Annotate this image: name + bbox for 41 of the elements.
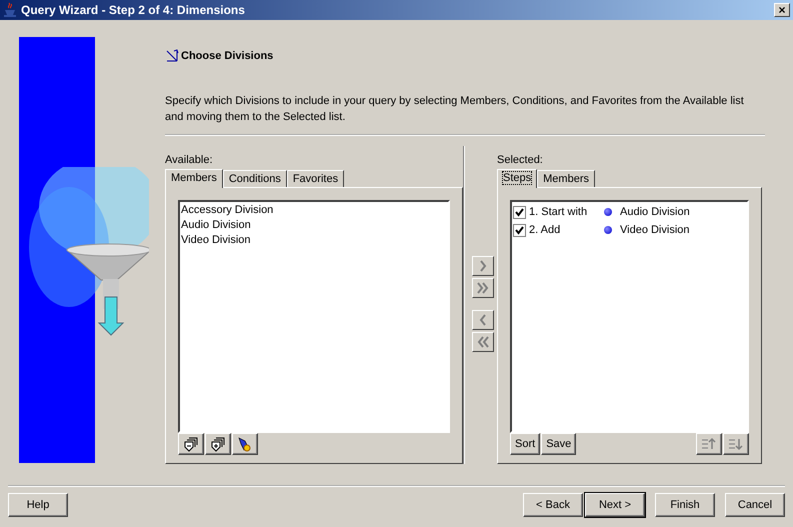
steps-list[interactable]: 1. Start with Audio Division 2. Add Video Division (510, 200, 749, 433)
member-name: Audio Division (620, 206, 690, 218)
tab[interactable]: Steps (497, 169, 538, 188)
list-item[interactable]: Video Division (181, 233, 447, 248)
list-button[interactable]: Save (541, 433, 576, 455)
tool-button[interactable] (178, 433, 204, 455)
checkbox[interactable] (513, 206, 526, 218)
collapse-stack-icon (183, 436, 199, 452)
tab[interactable]: Favorites (286, 170, 344, 187)
checkbox[interactable] (513, 224, 526, 236)
list-item[interactable]: Audio Division (181, 218, 447, 233)
flashlight-icon (237, 436, 253, 452)
available-label: Available: (165, 154, 214, 166)
tool-button[interactable] (232, 433, 258, 455)
wizard-button[interactable]: Finish (655, 493, 715, 517)
wizard-button[interactable]: Next > (585, 493, 645, 517)
wizard-button[interactable]: < Back (523, 493, 583, 517)
coffee-cup-icon (3, 2, 17, 18)
selected-label: Selected: (497, 154, 544, 166)
instructions-text: Specify which Divisions to include in your query by selecting Members, Conditions, and Favorites from the Available list and moving them to the Selected list. (165, 93, 765, 136)
wizard-button[interactable]: Cancel (725, 493, 785, 517)
move-up-icon (701, 437, 717, 451)
member-dot-icon (604, 226, 612, 234)
move-down-icon (728, 437, 744, 451)
expand-stack-icon (210, 436, 226, 452)
section-title: Choose Divisions (181, 50, 274, 62)
window-title: Query Wizard - Step 2 of 4: Dimensions (21, 3, 246, 17)
member-dot-icon (604, 208, 612, 216)
tab[interactable]: Members (537, 170, 595, 187)
list-button[interactable]: Sort (510, 433, 540, 455)
step-label: 1. Start with (529, 206, 588, 218)
available-list[interactable]: Accessory Division Audio Division Video Division (178, 200, 450, 433)
step-label: 2. Add (529, 224, 562, 236)
tab[interactable]: Members (165, 169, 223, 188)
list-item[interactable]: Accessory Division (181, 203, 447, 218)
tool-button[interactable] (205, 433, 231, 455)
help-button[interactable]: Help (8, 493, 68, 517)
close-button[interactable]: × (774, 3, 790, 17)
diagonal-arrows-icon (165, 49, 179, 63)
member-name: Video Division (620, 224, 690, 236)
tab[interactable]: Conditions (222, 170, 287, 187)
